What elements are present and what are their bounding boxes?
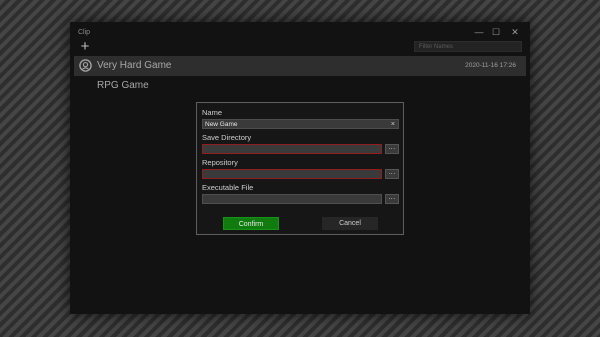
minimize-button[interactable]: —	[472, 26, 486, 38]
repository-field[interactable]	[202, 169, 382, 179]
maximize-button[interactable]: ☐	[489, 26, 503, 38]
cancel-button[interactable]: Cancel	[322, 217, 378, 230]
game-name: RPG Game	[97, 80, 149, 91]
executable-file-browse-button[interactable]: ...	[385, 194, 399, 204]
save-directory-browse-button[interactable]: ...	[385, 144, 399, 154]
window-title: Clip	[78, 29, 91, 36]
game-name: Very Hard Game	[97, 60, 172, 71]
close-button[interactable]: ✕	[508, 26, 522, 38]
name-label: Name	[202, 108, 223, 117]
new-game-dialog: Name New Game × Save Directory ... Repos…	[196, 102, 404, 235]
disc-icon	[79, 59, 92, 72]
name-value: New Game	[205, 121, 238, 128]
game-list-item[interactable]: Very Hard Game 2020-11-16 17:26	[74, 56, 526, 76]
repository-browse-button[interactable]: ...	[385, 169, 399, 179]
name-field[interactable]: New Game ×	[202, 119, 399, 129]
repository-label: Repository	[202, 158, 238, 167]
save-directory-label: Save Directory	[202, 133, 252, 142]
executable-file-label: Executable File	[202, 183, 254, 192]
clear-icon[interactable]: ×	[391, 120, 395, 129]
game-timestamp: 2020-11-16 17:26	[465, 62, 516, 69]
executable-file-field[interactable]	[202, 194, 382, 204]
add-game-button[interactable]: +	[78, 39, 92, 54]
filter-input[interactable]: Filter Names	[414, 41, 522, 52]
game-list-item[interactable]: RPG Game	[74, 78, 526, 96]
confirm-button[interactable]: Confirm	[223, 217, 279, 230]
save-directory-field[interactable]	[202, 144, 382, 154]
